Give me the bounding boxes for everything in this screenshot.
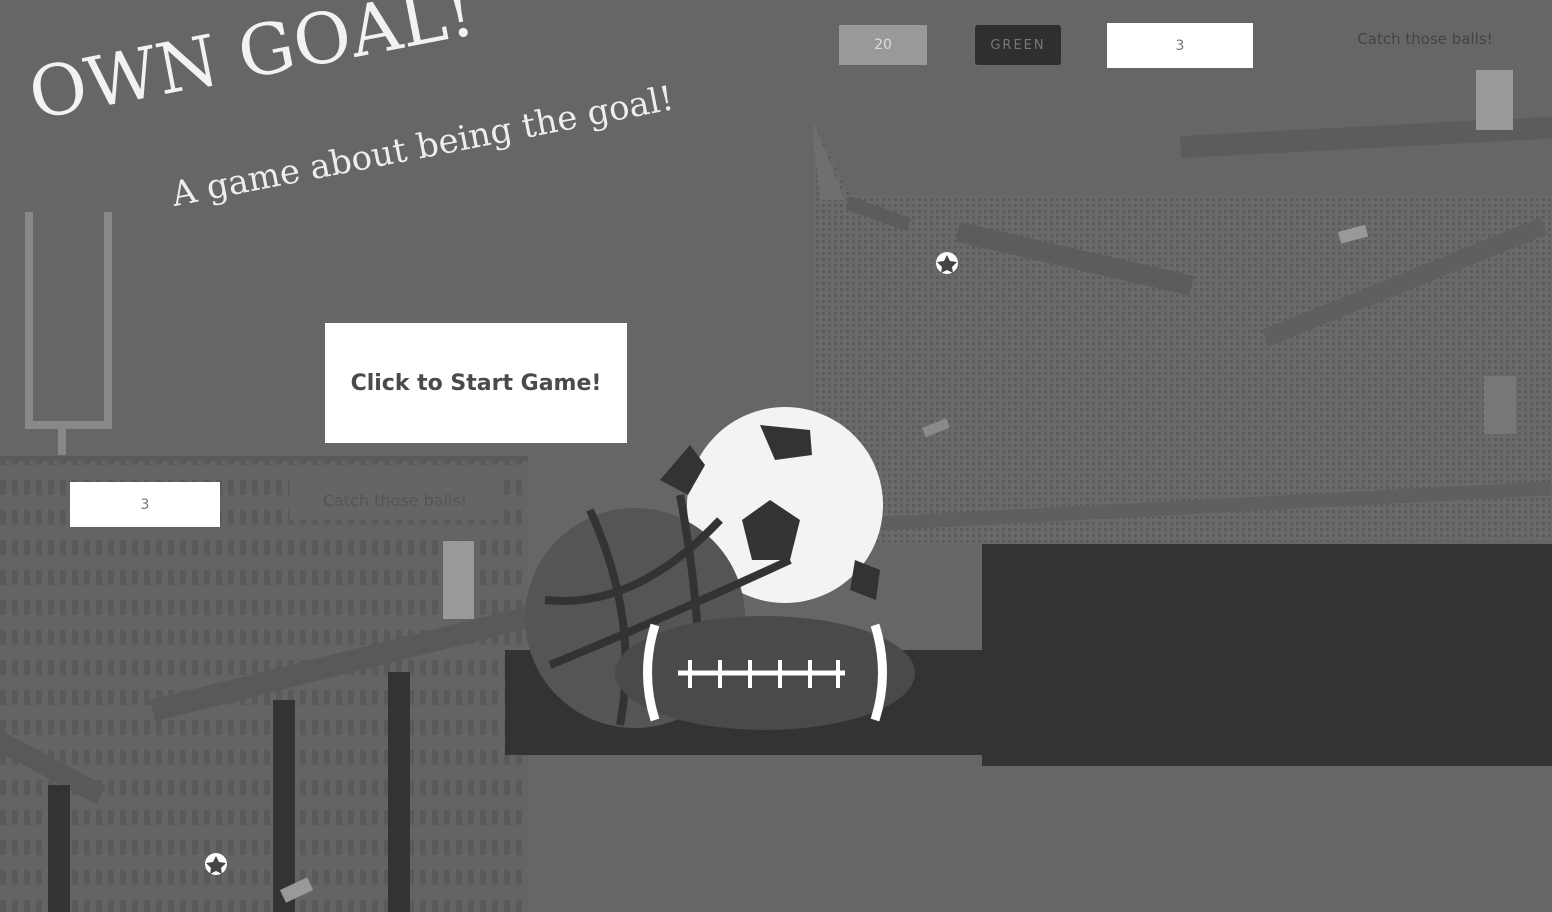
hint-text-left: Catch those balls! bbox=[290, 480, 500, 520]
post bbox=[388, 672, 410, 912]
score-display: 20 bbox=[839, 25, 927, 65]
star-icon bbox=[205, 853, 227, 875]
football-icon bbox=[615, 616, 915, 730]
goal-meter-right bbox=[1476, 70, 1513, 130]
right-dark-block bbox=[982, 544, 1552, 766]
right-panel-field bbox=[812, 120, 1552, 545]
game-scene bbox=[0, 116, 1552, 912]
lives-display-right: 3 bbox=[1107, 23, 1253, 68]
goalpost-icon bbox=[25, 212, 112, 455]
start-game-button[interactable]: Click to Start Game! bbox=[325, 323, 627, 443]
post bbox=[48, 785, 70, 912]
goal-meter-left bbox=[443, 541, 474, 619]
hint-text-right: Catch those balls! bbox=[1357, 30, 1493, 48]
post bbox=[273, 700, 295, 912]
lives-display-left: 3 bbox=[70, 482, 220, 527]
star-icon bbox=[936, 252, 958, 274]
team-label: GREEN bbox=[975, 25, 1061, 65]
